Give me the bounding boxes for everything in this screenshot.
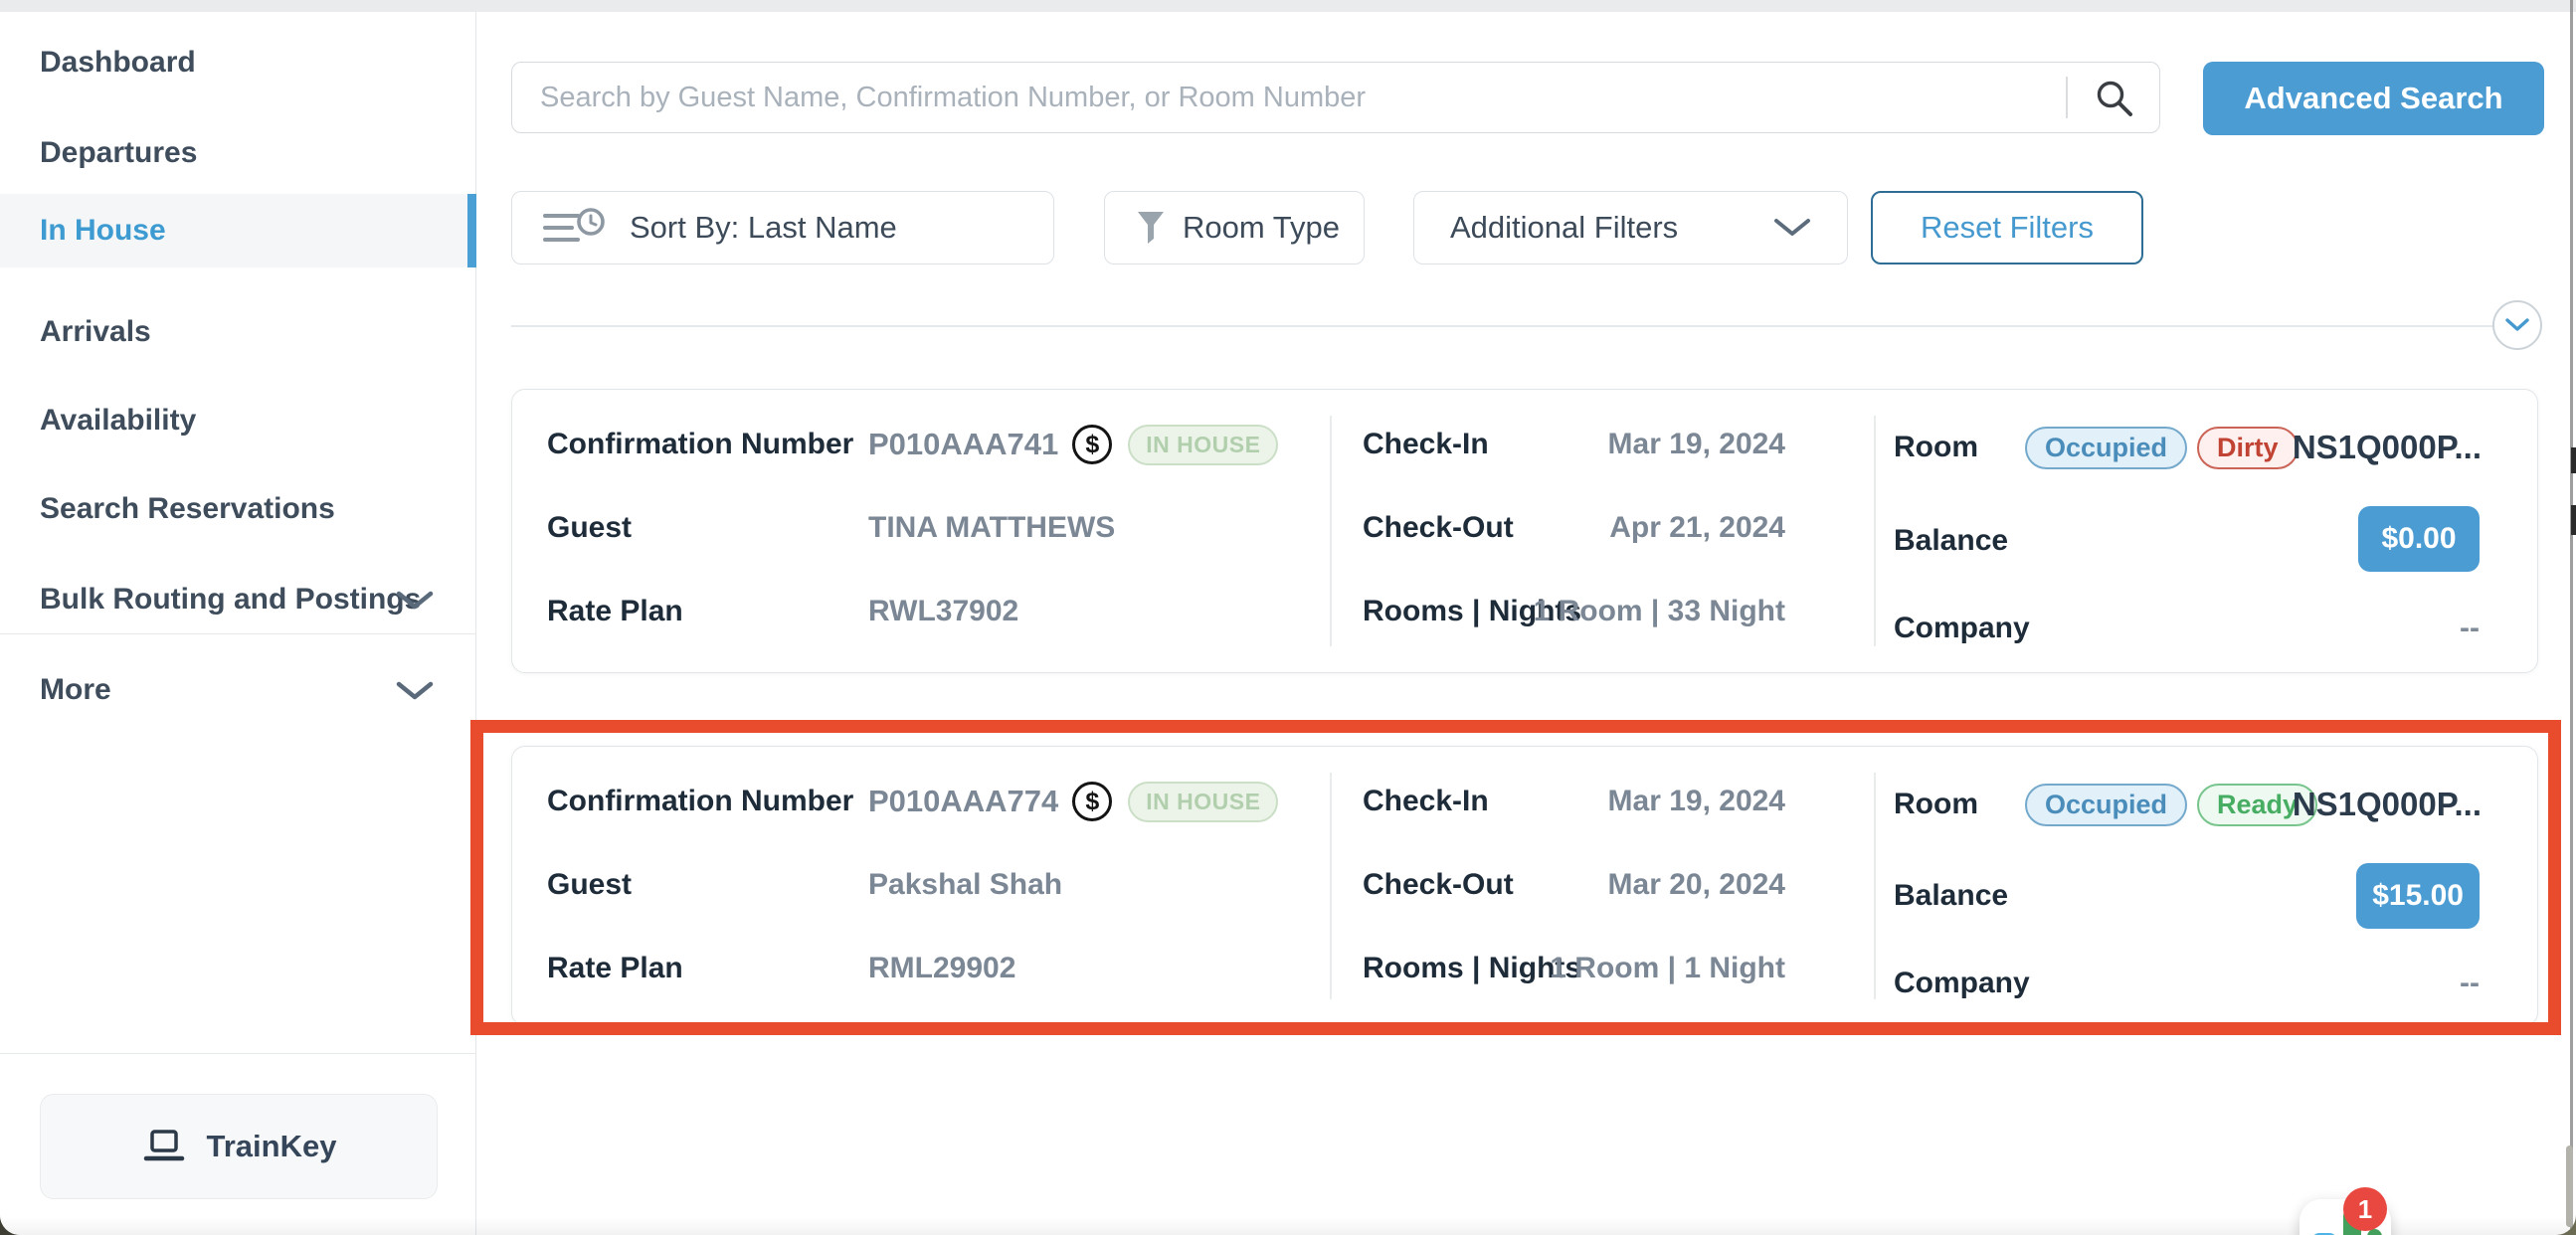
sidebar-item-more[interactable]: More: [0, 668, 476, 712]
confirmation-number-label: Confirmation Number: [547, 424, 853, 465]
reset-filters-button[interactable]: Reset Filters: [1871, 191, 2143, 265]
card-column-divider: [1330, 773, 1332, 999]
sidebar-item-label: More: [40, 668, 111, 712]
sidebar-divider: [0, 633, 476, 634]
sidebar-item-in-house[interactable]: In House: [0, 209, 476, 253]
chevron-down-icon: [1773, 217, 1811, 239]
reservation-card[interactable]: Confirmation Number P010AAA741 $ IN HOUS…: [511, 389, 2538, 673]
occupancy-badge: Occupied: [2025, 427, 2187, 469]
trainkey-label: TrainKey: [207, 1129, 337, 1164]
scrollbar-thumb[interactable]: [2566, 1146, 2573, 1227]
card-column-divider: [1874, 773, 1876, 999]
search-box: [511, 62, 2160, 133]
sidebar-item-label: Arrivals: [40, 310, 151, 354]
sidebar-item-label: Dashboard: [40, 41, 196, 85]
results-divider: [511, 325, 2492, 327]
collapse-toggle[interactable]: [2492, 300, 2542, 350]
rate-plan-label: Rate Plan: [547, 948, 683, 989]
edge-artifact: [2571, 447, 2576, 473]
laptop-icon: [141, 1127, 187, 1166]
sidebar-item-search-reservations[interactable]: Search Reservations: [0, 487, 476, 531]
balance-button[interactable]: $0.00: [2358, 506, 2480, 572]
sidebar-item-bulk-routing[interactable]: Bulk Routing and Postings: [0, 578, 476, 621]
top-strip: [0, 0, 2576, 12]
rooms-nights-value: 1 Room | 1 Night: [1457, 948, 1785, 989]
room-type-label: Room Type: [1183, 210, 1340, 246]
balance-label: Balance: [1894, 875, 2008, 917]
occupancy-badge: Occupied: [2025, 784, 2187, 826]
guest-label: Guest: [547, 507, 632, 549]
chevron-down-icon: [396, 591, 434, 611]
sidebar-item-dashboard[interactable]: Dashboard: [0, 41, 476, 85]
chevron-down-icon: [396, 681, 434, 701]
sidebar-item-label: Bulk Routing and Postings: [40, 578, 421, 621]
sort-by-dropdown[interactable]: Sort By: Last Name: [511, 191, 1054, 265]
confirmation-number-label: Confirmation Number: [547, 781, 853, 822]
search-separator: [2066, 77, 2068, 118]
room-number: NS1Q000P...: [2193, 783, 2482, 826]
trainkey-button[interactable]: TrainKey: [40, 1094, 438, 1199]
search-icon[interactable]: [2092, 76, 2137, 121]
sidebar-item-departures[interactable]: Departures: [0, 131, 476, 175]
room-label: Room: [1894, 784, 1978, 825]
check-in-value: Mar 19, 2024: [1457, 781, 1785, 822]
guest-label: Guest: [547, 864, 632, 906]
confirmation-number-row: P010AAA774 $ IN HOUSE: [868, 777, 1278, 826]
sort-icon: [542, 206, 608, 250]
chevron-down-icon: [2504, 317, 2530, 333]
company-value: --: [2460, 963, 2480, 1004]
confirmation-number-value: P010AAA741: [868, 427, 1058, 462]
sidebar-item-label: In House: [40, 209, 166, 253]
check-out-value: Apr 21, 2024: [1457, 507, 1785, 549]
confirmation-number-row: P010AAA741 $ IN HOUSE: [868, 420, 1278, 469]
additional-filters-label: Additional Filters: [1450, 210, 1678, 246]
sidebar-footer-divider: [0, 1053, 476, 1054]
company-value: --: [2460, 608, 2480, 649]
check-in-value: Mar 19, 2024: [1457, 424, 1785, 465]
confirmation-number-value: P010AAA774: [868, 784, 1058, 819]
company-label: Company: [1894, 608, 2030, 649]
reservation-card[interactable]: Confirmation Number P010AAA774 $ IN HOUS…: [511, 746, 2538, 1026]
window-right-edge: [2570, 0, 2573, 1235]
guest-value: Pakshal Shah: [868, 864, 1062, 906]
guest-value: TINA MATTHEWS: [868, 507, 1115, 549]
card-column-divider: [1874, 416, 1876, 646]
room-label: Room: [1894, 427, 1978, 468]
balance-label: Balance: [1894, 520, 2008, 562]
app-window: Dashboard Departures In House Arrivals A…: [0, 0, 2576, 1235]
sidebar: Dashboard Departures In House Arrivals A…: [0, 12, 476, 1235]
status-badge: IN HOUSE: [1128, 425, 1278, 465]
sidebar-item-availability[interactable]: Availability: [0, 399, 476, 442]
rate-plan-value: RML29902: [868, 948, 1015, 989]
chat-widget-button[interactable]: 1: [2300, 1199, 2391, 1235]
room-number: NS1Q000P...: [2193, 426, 2482, 469]
sidebar-item-label: Availability: [40, 399, 196, 442]
notification-badge: 1: [2343, 1187, 2387, 1231]
balance-button[interactable]: $15.00: [2356, 863, 2480, 929]
folio-dollar-icon[interactable]: $: [1072, 782, 1112, 821]
rooms-nights-value: 1 Room | 33 Night: [1457, 591, 1785, 632]
search-input[interactable]: [538, 65, 2044, 130]
check-out-value: Mar 20, 2024: [1457, 864, 1785, 906]
advanced-search-button[interactable]: Advanced Search: [2203, 62, 2544, 135]
additional-filters-dropdown[interactable]: Additional Filters: [1413, 191, 1848, 265]
card-column-divider: [1330, 416, 1332, 646]
filter-funnel-icon: [1137, 211, 1165, 245]
sort-by-label: Sort By: Last Name: [630, 210, 897, 246]
folio-dollar-icon[interactable]: $: [1072, 425, 1112, 464]
status-badge: IN HOUSE: [1128, 782, 1278, 822]
rate-plan-label: Rate Plan: [547, 591, 683, 632]
edge-artifact: [2571, 505, 2576, 535]
rate-plan-value: RWL37902: [868, 591, 1018, 632]
sidebar-item-arrivals[interactable]: Arrivals: [0, 310, 476, 354]
sidebar-item-label: Search Reservations: [40, 487, 335, 531]
company-label: Company: [1894, 963, 2030, 1004]
sidebar-item-label: Departures: [40, 131, 197, 175]
room-type-filter[interactable]: Room Type: [1104, 191, 1365, 265]
